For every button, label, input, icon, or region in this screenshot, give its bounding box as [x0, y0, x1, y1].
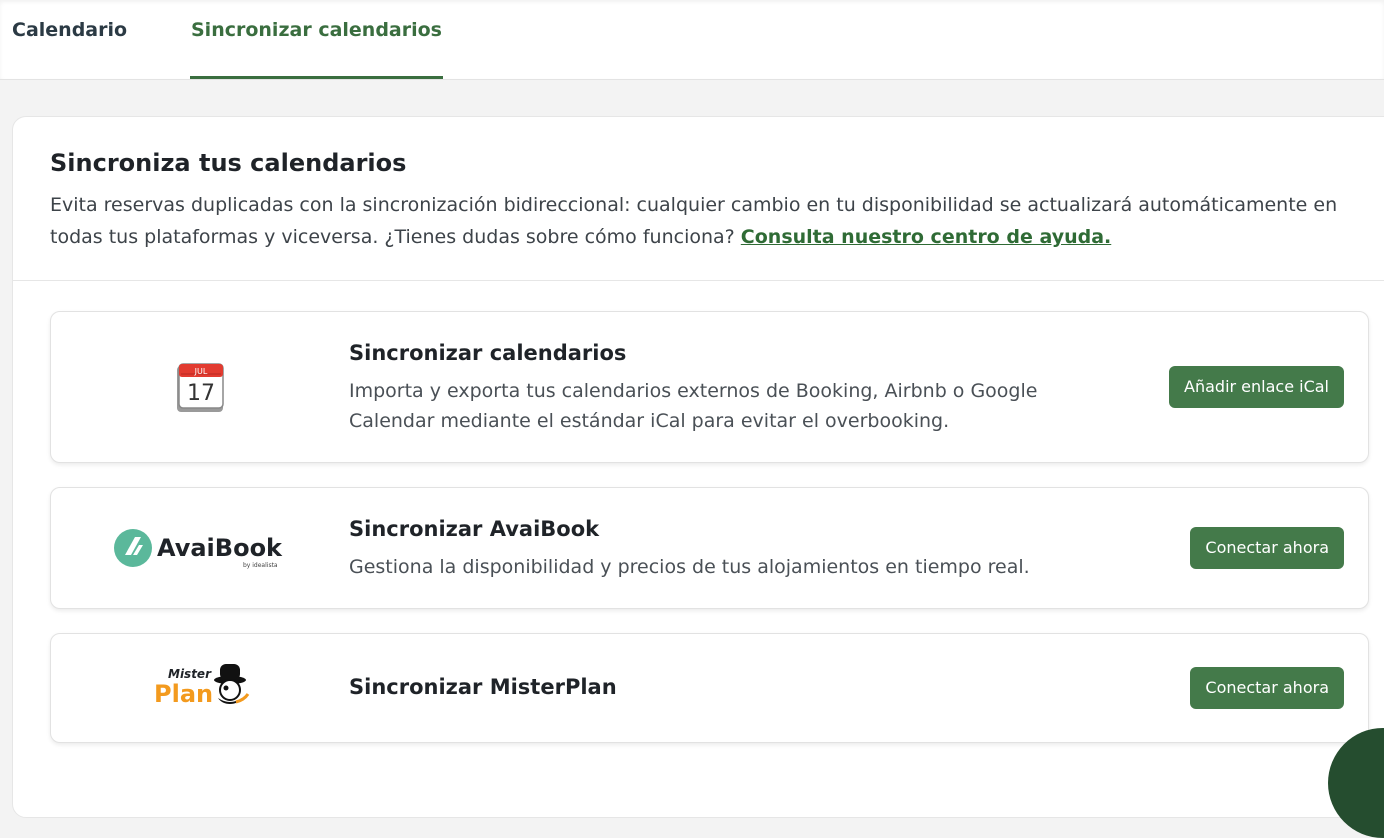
tab-calendario[interactable]: Calendario: [12, 0, 127, 79]
avaibook-logo: AvaiBook by idealista: [101, 523, 301, 573]
calendar-icon: JUL 17: [101, 352, 301, 422]
card-description: Importa y exporta tus calendarios extern…: [349, 380, 1038, 432]
misterplan-plan: Plan: [154, 680, 213, 708]
avaibook-wordmark: AvaiBook: [157, 534, 283, 562]
panel-title: Sincroniza tus calendarios: [50, 149, 407, 177]
panel-description: Evita reservas duplicadas con la sincron…: [50, 189, 1370, 253]
sync-panel: Sincroniza tus calendarios Evita reserva…: [12, 116, 1384, 818]
calendar-day: 17: [187, 381, 215, 406]
card-misterplan: Mister Plan Sincronizar MisterPlan Conec…: [50, 633, 1369, 743]
top-tab-bar: Calendario Sincronizar calendarios: [0, 0, 1384, 80]
help-center-link[interactable]: Consulta nuestro centro de ayuda.: [741, 226, 1111, 248]
misterplan-mister: Mister: [168, 667, 212, 681]
card-description: Gestiona la disponibilidad y precios de …: [349, 556, 1030, 578]
panel-description-text: Evita reservas duplicadas con la sincron…: [50, 194, 1338, 248]
avaibook-by-idealista: by idealista: [243, 562, 278, 569]
connect-avaibook-button[interactable]: Conectar ahora: [1190, 527, 1344, 569]
card-title: Sincronizar AvaiBook: [349, 517, 600, 541]
add-ical-link-button[interactable]: Añadir enlace iCal: [1169, 366, 1344, 408]
calendar-month: JUL: [194, 367, 208, 376]
card-title: Sincronizar MisterPlan: [349, 675, 617, 699]
misterplan-logo: Mister Plan: [101, 660, 301, 716]
card-title: Sincronizar calendarios: [349, 341, 627, 365]
tab-sincronizar-calendarios[interactable]: Sincronizar calendarios: [190, 0, 443, 79]
connect-misterplan-button[interactable]: Conectar ahora: [1190, 667, 1344, 709]
card-avaibook: AvaiBook by idealista Sincronizar AvaiBo…: [50, 487, 1369, 609]
divider: [13, 280, 1384, 281]
card-ical: JUL 17 Sincronizar calendarios Importa y…: [50, 311, 1369, 463]
